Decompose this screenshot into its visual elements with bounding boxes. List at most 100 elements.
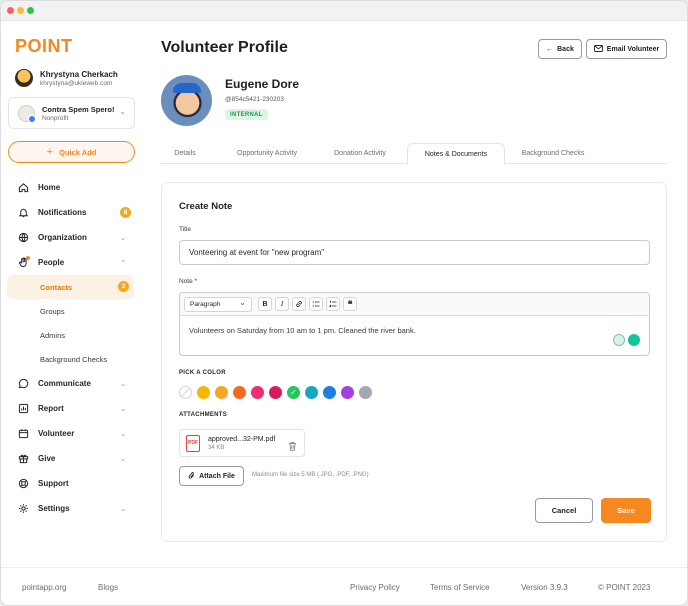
main-content: Volunteer Profile ← Back Email Volunteer… <box>148 22 687 567</box>
sidebar-item-label: Admins <box>40 330 66 340</box>
chevron-up-icon: ⌃ <box>120 259 126 267</box>
sidebar-item-notifications[interactable]: Notifications 8 <box>1 200 148 225</box>
back-button[interactable]: ← Back <box>538 39 582 59</box>
attachment-item[interactable]: PDF approved...32-PM.pdf 34 KB <box>179 429 305 457</box>
file-size-hint: Maximum file size 5 MB (.JPG, .PDF, .PNG… <box>252 472 369 478</box>
sidebar-item-background-checks[interactable]: Background Checks <box>1 347 148 371</box>
sidebar-item-contacts[interactable]: Contacts 2 <box>7 275 134 299</box>
color-swatch[interactable]: ✓ <box>287 386 300 399</box>
sidebar-item-label: People <box>38 258 65 267</box>
footer-link-terms[interactable]: Terms of Service <box>430 583 490 592</box>
tab-details[interactable]: Details <box>161 143 209 164</box>
sidebar-item-admins[interactable]: Admins <box>1 323 148 347</box>
sidebar-item-support[interactable]: Support <box>1 471 148 496</box>
color-swatch[interactable] <box>305 386 318 399</box>
org-name: Contra Spem Spero! <box>42 104 115 114</box>
sidebar-item-groups[interactable]: Groups <box>1 299 148 323</box>
org-type: Nonprofit <box>42 114 69 122</box>
sidebar-item-people[interactable]: People ⌃ <box>1 250 148 275</box>
italic-icon[interactable]: I <box>275 297 289 311</box>
footer-link-site[interactable]: pointapp.org <box>22 583 66 592</box>
sidebar-item-label: Give <box>38 454 56 463</box>
sidebar-item-report[interactable]: Report ⌄ <box>1 396 148 421</box>
sidebar-item-organization[interactable]: Organization ⌄ <box>1 225 148 250</box>
color-swatch[interactable] <box>269 386 282 399</box>
attach-file-button[interactable]: Attach File <box>179 466 244 486</box>
numbered-list-icon[interactable] <box>326 297 340 311</box>
chevron-down-icon: ⌄ <box>120 405 126 413</box>
note-label: Note * <box>179 278 198 285</box>
chevron-down-icon: ⌄ <box>119 107 126 116</box>
user-email: khrystyna@ukieweb.com <box>40 79 113 87</box>
title-input[interactable]: Vonteering at event for "new program" <box>179 240 650 265</box>
tab-opportunity-activity[interactable]: Opportunity Activity <box>219 143 315 164</box>
report-icon <box>17 403 29 415</box>
sidebar-item-label: Support <box>38 479 69 488</box>
footer: pointapp.org Blogs Privacy Policy Terms … <box>1 567 687 605</box>
tab-background-checks[interactable]: Background Checks <box>511 143 595 164</box>
bold-icon[interactable]: B <box>258 297 272 311</box>
sidebar-nav: Home Notifications 8 Organization ⌄ Peop… <box>1 175 148 521</box>
sidebar-item-label: Background Checks <box>40 354 108 364</box>
tab-notes-documents[interactable]: Notes & Documents <box>407 143 505 165</box>
color-swatch[interactable] <box>323 386 336 399</box>
editor-assistants <box>613 334 640 346</box>
trash-icon[interactable] <box>288 438 297 451</box>
footer-link-blogs[interactable]: Blogs <box>98 583 118 592</box>
user-profile[interactable]: Khrystyna Cherkach khrystyna@ukieweb.com <box>15 69 118 87</box>
chevron-down-icon: ⌄ <box>120 234 126 242</box>
grammarly-icon[interactable] <box>628 334 640 346</box>
footer-link-privacy[interactable]: Privacy Policy <box>350 583 400 592</box>
email-volunteer-button[interactable]: Email Volunteer <box>586 39 667 59</box>
contacts-count-badge: 2 <box>118 281 129 292</box>
org-switcher[interactable]: Contra Spem Spero! Nonprofit ⌄ <box>8 97 135 129</box>
note-textarea[interactable]: Volunteers on Saturday from 10 am to 1 p… <box>180 316 649 345</box>
notifications-count-badge: 8 <box>120 207 131 218</box>
color-swatch[interactable] <box>215 386 228 399</box>
color-swatch[interactable] <box>341 386 354 399</box>
arrow-left-icon: ← <box>546 45 554 53</box>
pick-color-label: PICK A COLOR <box>179 370 226 376</box>
bullet-list-icon[interactable] <box>309 297 323 311</box>
profile-photo <box>161 75 212 126</box>
sidebar-item-home[interactable]: Home <box>1 175 148 200</box>
format-select[interactable]: Paragraph <box>184 296 252 312</box>
assistant-bulb-icon[interactable] <box>613 334 625 346</box>
sidebar-item-label: Volunteer <box>38 429 75 438</box>
sidebar-item-give[interactable]: Give ⌄ <box>1 446 148 471</box>
bell-icon <box>17 207 29 219</box>
color-swatch[interactable] <box>359 386 372 399</box>
user-name: Khrystyna Cherkach <box>40 69 118 79</box>
sidebar: POINT Khrystyna Cherkach khrystyna@ukiew… <box>1 22 148 567</box>
sidebar-item-communicate[interactable]: Communicate ⌄ <box>1 371 148 396</box>
quote-icon[interactable]: ❝ <box>343 297 357 311</box>
minimize-window-icon[interactable] <box>17 7 24 14</box>
cancel-button[interactable]: Cancel <box>535 498 593 523</box>
home-icon <box>17 182 29 194</box>
color-swatch[interactable] <box>197 386 210 399</box>
window-titlebar <box>1 1 687 21</box>
email-volunteer-label: Email Volunteer <box>606 45 660 53</box>
app-logo[interactable]: POINT <box>15 36 73 57</box>
sidebar-item-label: Settings <box>38 504 70 513</box>
color-swatch[interactable] <box>251 386 264 399</box>
tab-donation-activity[interactable]: Donation Activity <box>321 143 399 164</box>
avatar <box>15 69 33 87</box>
save-button[interactable]: Save <box>601 498 651 523</box>
sidebar-item-settings[interactable]: Settings ⌄ <box>1 496 148 521</box>
sidebar-item-label: Groups <box>40 306 65 316</box>
paperclip-icon <box>188 471 195 482</box>
link-icon[interactable] <box>292 297 306 311</box>
maximize-window-icon[interactable] <box>27 7 34 14</box>
chevron-down-icon: ⌄ <box>120 380 126 388</box>
color-swatch-none[interactable] <box>179 386 192 399</box>
color-swatch[interactable] <box>233 386 246 399</box>
quick-add-button[interactable]: + Quick Add <box>8 141 135 163</box>
lifebuoy-icon <box>17 478 29 490</box>
close-window-icon[interactable] <box>7 7 14 14</box>
sidebar-item-label: Report <box>38 404 64 413</box>
mail-icon <box>593 44 603 54</box>
sidebar-item-volunteer[interactable]: Volunteer ⌄ <box>1 421 148 446</box>
title-label: Title <box>179 226 192 233</box>
attachment-size: 34 KB <box>208 444 225 451</box>
